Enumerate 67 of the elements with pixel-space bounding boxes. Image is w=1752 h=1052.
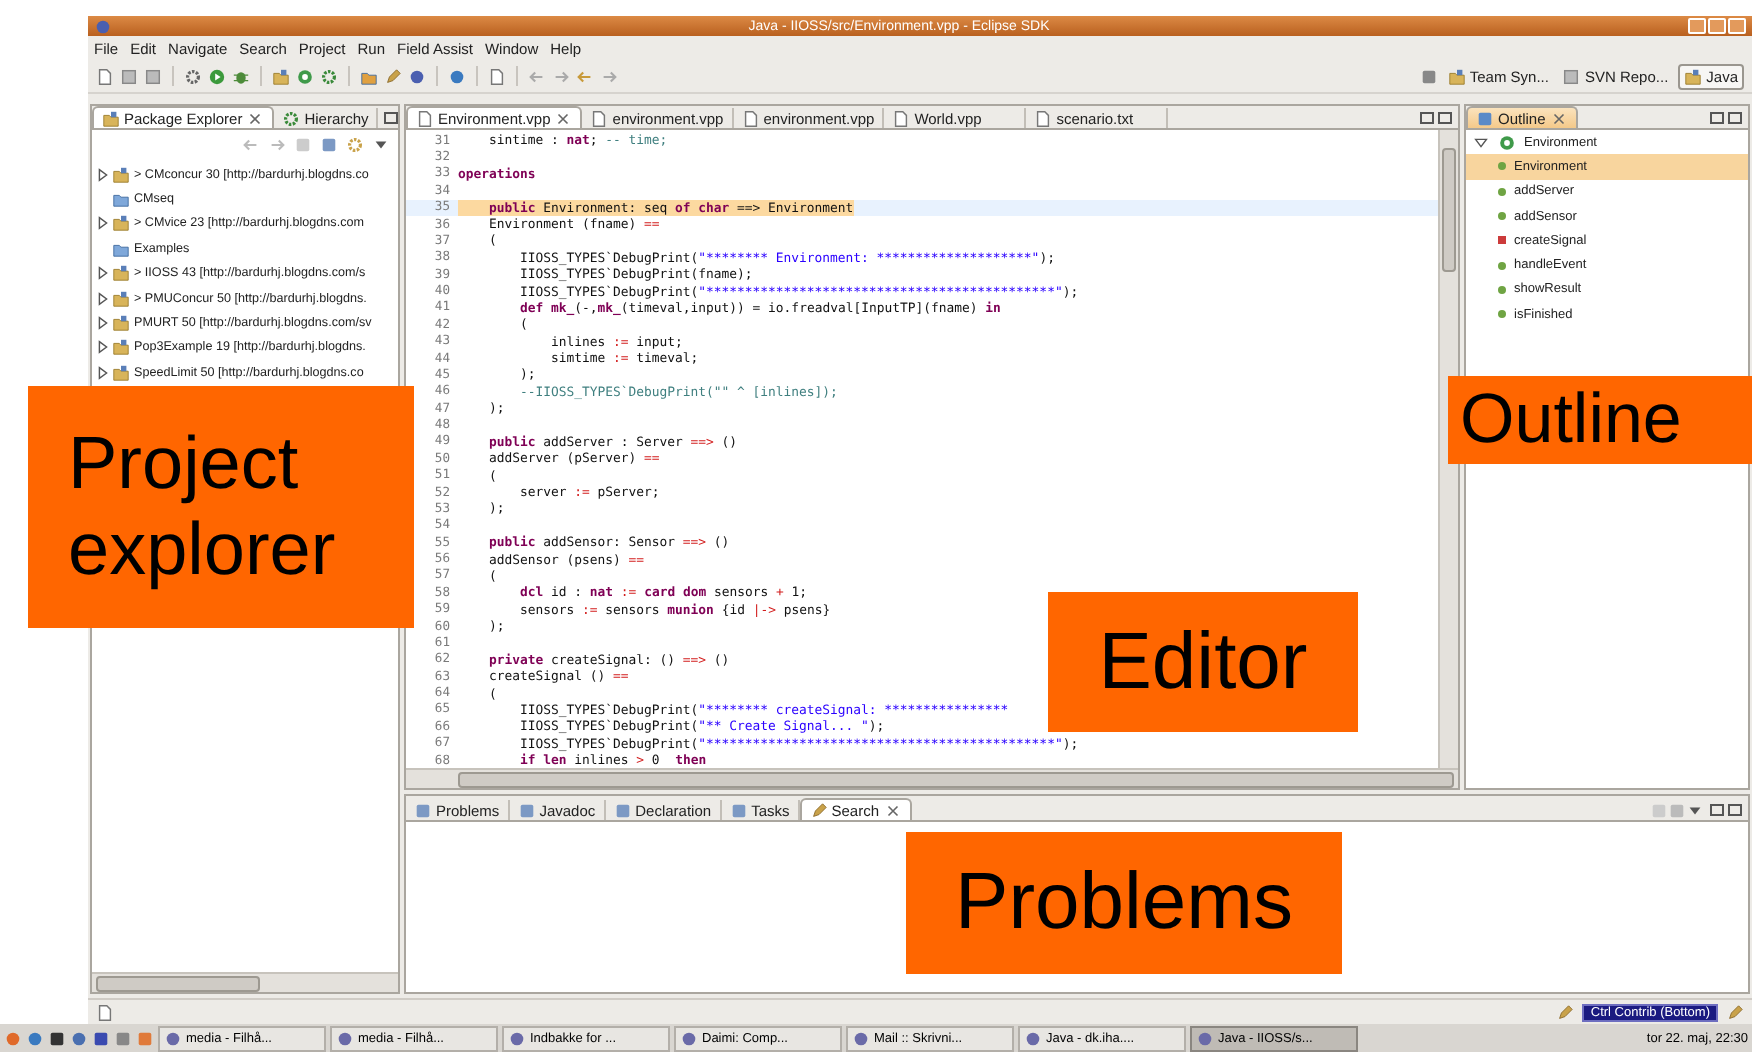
close-icon[interactable] bbox=[883, 801, 901, 819]
perspective-icon bbox=[1684, 67, 1703, 85]
gear-icon[interactable] bbox=[320, 67, 338, 85]
app-icon bbox=[94, 17, 112, 35]
forward-icon[interactable] bbox=[552, 67, 570, 85]
minimize-button[interactable] bbox=[1710, 112, 1724, 124]
project-icon bbox=[112, 165, 130, 184]
minimize-button[interactable] bbox=[384, 112, 398, 124]
bug-icon[interactable] bbox=[232, 67, 250, 85]
app-icon[interactable] bbox=[4, 1029, 22, 1047]
gear-icon[interactable] bbox=[184, 67, 202, 85]
minimize-button[interactable] bbox=[1420, 112, 1434, 124]
dot-icon bbox=[1498, 285, 1506, 294]
project-icon bbox=[112, 314, 130, 333]
project-icon bbox=[112, 363, 130, 382]
perspective-icon bbox=[1447, 67, 1466, 85]
expand-icon[interactable] bbox=[94, 165, 112, 184]
close-icon[interactable] bbox=[1549, 109, 1568, 127]
scrollbar[interactable] bbox=[406, 768, 1458, 788]
dot-icon bbox=[1498, 310, 1506, 319]
circle-icon[interactable] bbox=[408, 67, 426, 85]
maximize-button[interactable] bbox=[1728, 112, 1742, 124]
perspective-icon bbox=[1562, 67, 1581, 85]
close-icon[interactable] bbox=[554, 109, 573, 127]
back-icon[interactable] bbox=[576, 67, 594, 85]
project-icon bbox=[112, 289, 130, 308]
close-button[interactable] bbox=[1728, 18, 1746, 34]
run-icon[interactable] bbox=[208, 67, 226, 85]
back-icon[interactable] bbox=[528, 67, 546, 85]
project-icon bbox=[112, 264, 130, 283]
file-icon bbox=[416, 109, 434, 127]
forward-icon[interactable] bbox=[268, 135, 286, 153]
callout-label: Outline bbox=[1448, 376, 1752, 464]
maximize-button[interactable] bbox=[1438, 112, 1452, 124]
close-icon[interactable] bbox=[246, 109, 265, 127]
back-icon[interactable] bbox=[242, 135, 260, 153]
file-icon bbox=[1034, 109, 1053, 127]
folder-icon bbox=[112, 190, 130, 209]
project-icon bbox=[112, 214, 130, 233]
maximize-button[interactable] bbox=[1728, 804, 1742, 816]
file-icon bbox=[741, 109, 760, 127]
dot-icon bbox=[1498, 162, 1506, 171]
callout-label: Problems bbox=[906, 832, 1342, 974]
callout-label: Project explorer bbox=[28, 386, 414, 628]
menu-icon[interactable] bbox=[1686, 802, 1704, 820]
file-icon bbox=[892, 109, 911, 127]
dot-icon bbox=[1498, 212, 1506, 221]
folder-icon[interactable] bbox=[360, 67, 378, 85]
pen-icon[interactable] bbox=[384, 67, 402, 85]
scrollbar[interactable] bbox=[92, 972, 398, 992]
new-file-icon[interactable] bbox=[96, 67, 114, 85]
file-icon bbox=[590, 109, 609, 127]
expand-icon[interactable] bbox=[94, 214, 112, 233]
class-icon[interactable] bbox=[296, 67, 314, 85]
square-icon bbox=[1498, 236, 1506, 245]
forward-icon[interactable] bbox=[600, 67, 618, 85]
class-icon bbox=[1498, 133, 1516, 152]
minimize-button[interactable] bbox=[1710, 804, 1724, 816]
page-icon[interactable] bbox=[488, 67, 506, 85]
dot-icon bbox=[1498, 261, 1506, 270]
callout-label: Editor bbox=[1048, 592, 1358, 732]
package-icon[interactable] bbox=[272, 67, 290, 85]
dot-icon bbox=[1498, 187, 1506, 196]
project-icon bbox=[112, 338, 130, 357]
scrollbar[interactable] bbox=[1438, 130, 1458, 768]
folder-icon bbox=[112, 239, 130, 258]
menu-icon[interactable] bbox=[372, 135, 390, 153]
